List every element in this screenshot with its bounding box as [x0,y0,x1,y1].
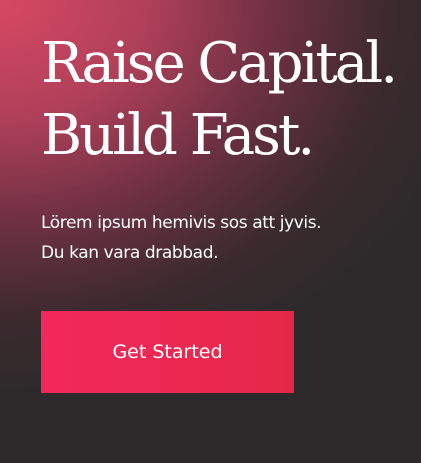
headline-line-1: Raise Capital. [41,31,398,96]
hero-headline: Raise Capital. Build Fast. [41,28,398,172]
hero-subtext: Lörem ipsum hemivis sos att jyvis. Du ka… [41,208,322,268]
subtext-line-2: Du kan vara drabbad. [41,243,219,263]
subtext-line-1: Lörem ipsum hemivis sos att jyvis. [41,213,322,233]
get-started-button[interactable]: Get Started [41,311,294,393]
hero-section: Raise Capital. Build Fast. Lörem ipsum h… [0,0,421,463]
headline-line-2: Build Fast. [41,103,315,168]
